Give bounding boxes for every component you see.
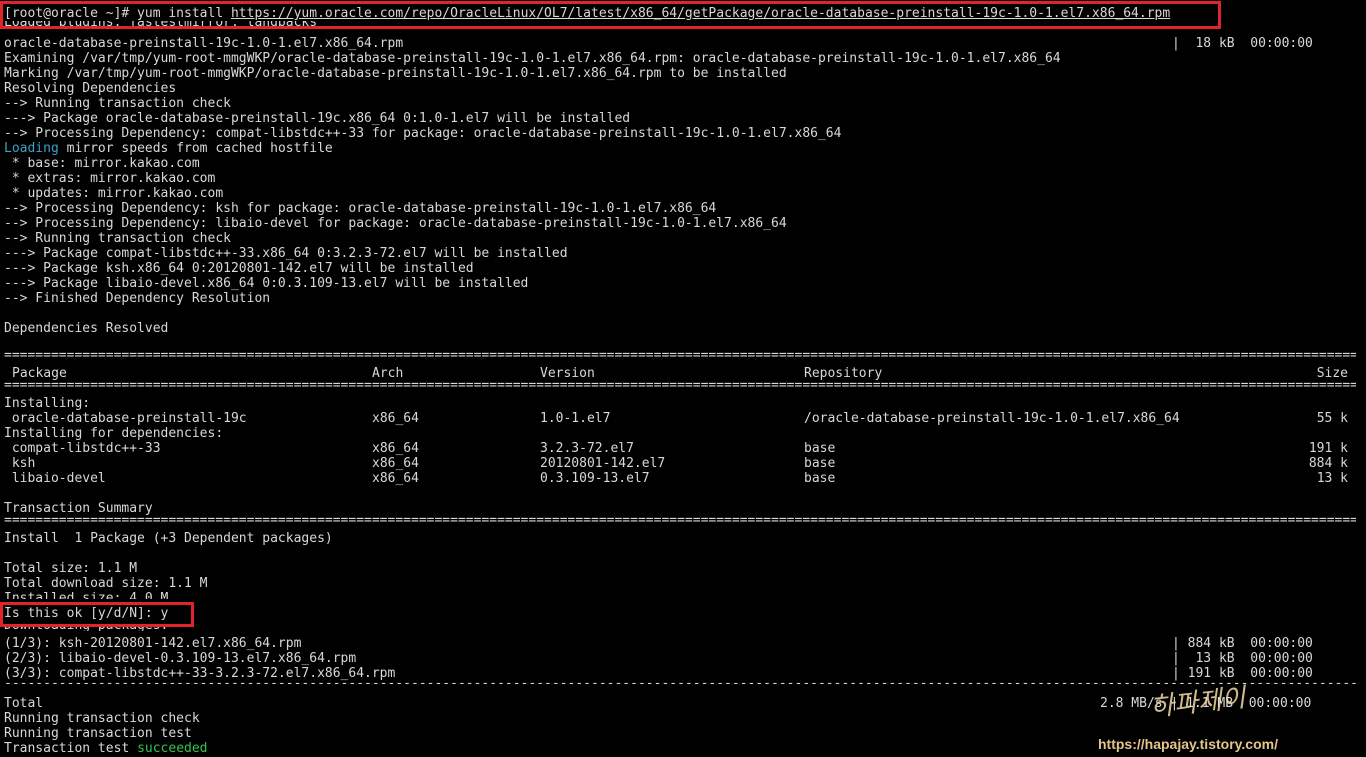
log-line: ---> Package libaio-devel.x86_64 0:0.3.1… <box>4 276 529 291</box>
download-stat: | 884 kB 00:00:00 <box>1172 636 1313 651</box>
watermark-site: https://hapajay.tistory.com/ <box>1098 736 1278 752</box>
prompt-highlight-box <box>0 602 194 627</box>
log-line: Running transaction test <box>4 726 192 741</box>
log-line: --> Running transaction check <box>4 96 231 111</box>
download-stat: | 13 kB 00:00:00 <box>1172 651 1313 666</box>
rpm-line: oracle-database-preinstall-19c-1.0-1.el7… <box>4 36 404 51</box>
total-label: Total <box>4 696 44 711</box>
command-highlight-box <box>0 1 1221 29</box>
mirror-line: * updates: mirror.kakao.com <box>4 186 224 201</box>
terminal-window[interactable]: [root@oracle ~]# yum install https://yum… <box>0 0 1366 757</box>
installed-size: Installed size: 4.0 M <box>4 591 169 599</box>
resolving-line: Resolving Dependencies <box>4 81 177 96</box>
total-size: Total size: 1.1 M <box>4 561 138 576</box>
examining-line: Examining /var/tmp/yum-root-mmgWKP/oracl… <box>4 51 1061 66</box>
watermark: 하파제이 https://hapajay.tistory.com/ <box>1098 683 1298 756</box>
log-line: --> Finished Dependency Resolution <box>4 291 271 306</box>
marking-line: Marking /var/tmp/yum-root-mmgWKP/oracle-… <box>4 66 787 81</box>
col-header-arch: Arch <box>372 366 404 381</box>
watermark-signature: 하파제이 <box>1148 683 1247 723</box>
log-line: --> Processing Dependency: ksh for packa… <box>4 201 717 216</box>
log-line: --> Running transaction check <box>4 231 231 246</box>
installing-label: Installing: <box>4 396 91 411</box>
separator <box>4 351 1356 366</box>
separator <box>4 381 1356 396</box>
col-header-size: Size <box>1316 366 1348 381</box>
loading-word: Loading <box>4 141 59 156</box>
success-status: succeeded <box>137 741 208 756</box>
deps-resolved-line: Dependencies Resolved <box>4 321 169 336</box>
transaction-test-line: Transaction test succeeded <box>4 741 208 756</box>
mirror-line: * extras: mirror.kakao.com <box>4 171 216 186</box>
transaction-summary-heading: Transaction Summary <box>4 501 153 516</box>
log-line: ---> Package oracle-database-preinstall-… <box>4 111 631 126</box>
download-item: (1/3): ksh-20120801-142.el7.x86_64.rpm <box>4 636 302 651</box>
download-item: (2/3): libaio-devel-0.3.109-13.el7.x86_6… <box>4 651 357 666</box>
log-line: --> Processing Dependency: libaio-devel … <box>4 216 787 231</box>
log-line: Running transaction check <box>4 711 200 726</box>
loading-line: Loading mirror speeds from cached hostfi… <box>4 141 333 156</box>
download-size: Total download size: 1.1 M <box>4 576 208 591</box>
install-summary: Install 1 Package (+3 Dependent packages… <box>4 531 333 546</box>
download-item: (3/3): compat-libstdc++-33-3.2.3-72.el7.… <box>4 666 396 681</box>
col-header-repository: Repository <box>804 366 883 381</box>
download-stat: | 191 kB 00:00:00 <box>1172 666 1313 681</box>
separator <box>4 516 1356 531</box>
rpm-line-stat: | 18 kB 00:00:00 <box>1172 36 1313 51</box>
deps-label: Installing for dependencies: <box>4 426 224 441</box>
mirror-line: * base: mirror.kakao.com <box>4 156 200 171</box>
log-line: ---> Package ksh.x86_64 0:20120801-142.e… <box>4 261 474 276</box>
log-line: ---> Package compat-libstdc++-33.x86_64 … <box>4 246 568 261</box>
col-header-package: Package <box>12 366 67 381</box>
log-line: --> Processing Dependency: compat-libstd… <box>4 126 842 141</box>
col-header-version: Version <box>540 366 595 381</box>
